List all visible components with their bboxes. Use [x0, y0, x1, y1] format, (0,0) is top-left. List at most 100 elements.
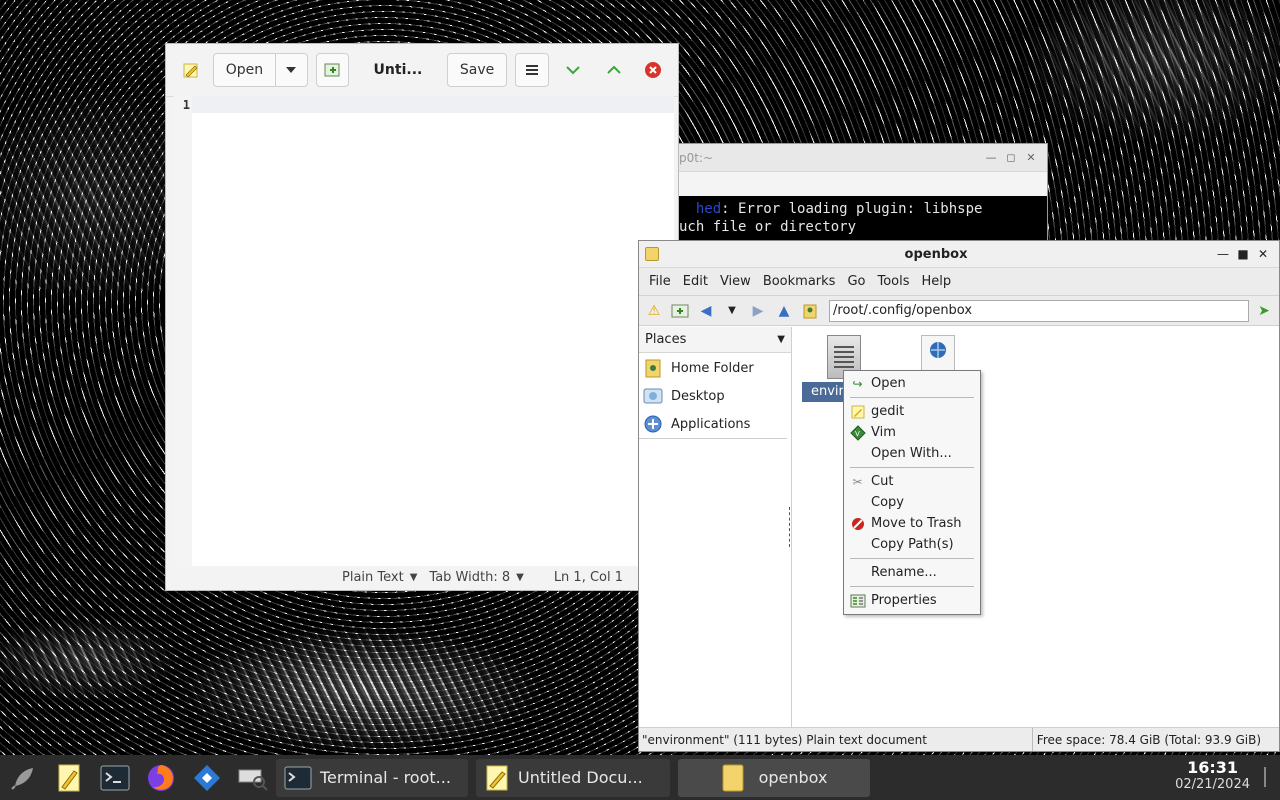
- places-title: Places: [645, 332, 687, 347]
- text-editor-icon: [176, 53, 205, 87]
- close-window-button[interactable]: [639, 53, 668, 87]
- back-arrow-icon[interactable]: ◀: [695, 300, 717, 322]
- menu-item-properties[interactable]: Properties: [844, 590, 980, 611]
- minimize-icon[interactable]: —: [981, 151, 1001, 164]
- maximize-icon[interactable]: ■: [1233, 247, 1253, 261]
- warning-icon[interactable]: ⚠: [643, 300, 665, 322]
- menu-item-open[interactable]: ↪ Open: [844, 373, 980, 394]
- terminal-launcher[interactable]: [92, 755, 138, 800]
- location-bar[interactable]: /root/.config/openbox: [829, 299, 1249, 322]
- tab-width-selector[interactable]: Tab Width: 8 ▼: [429, 570, 523, 585]
- menu-item-label: Open With...: [871, 446, 952, 461]
- applications-icon: [643, 414, 663, 434]
- sidebar-item-home-folder[interactable]: Home Folder: [639, 354, 791, 382]
- menu-file[interactable]: File: [643, 274, 677, 289]
- menu-item-label: gedit: [871, 404, 905, 419]
- text-editor-icon: [486, 765, 508, 790]
- places-sidebar: Places ▼ Home Folder Desktop Application…: [639, 327, 792, 729]
- chevron-down-icon: [566, 66, 580, 75]
- clock[interactable]: 16:31 02/21/2024: [1175, 758, 1250, 792]
- menu-item-copy-paths[interactable]: Copy Path(s): [844, 534, 980, 555]
- menu-help[interactable]: Help: [916, 274, 958, 289]
- sidebar-item-label: Desktop: [671, 388, 725, 404]
- close-icon[interactable]: ✕: [1021, 151, 1041, 164]
- new-tab-button[interactable]: [315, 53, 350, 87]
- sidebar-item-desktop[interactable]: Desktop: [639, 382, 791, 410]
- terminal-icon: [100, 765, 130, 790]
- menu-item-cut[interactable]: ✂ Cut: [844, 471, 980, 492]
- minimize-window-button[interactable]: [557, 53, 590, 87]
- file-label-selected[interactable]: enviro: [802, 382, 846, 402]
- editor-headerbar: Open Unti... Save: [166, 44, 678, 97]
- menu-item-gedit[interactable]: gedit: [844, 401, 980, 422]
- scissors-icon: ✂: [852, 474, 863, 489]
- open-dropdown-button[interactable]: [274, 53, 308, 87]
- open-button[interactable]: Open: [213, 53, 276, 87]
- text-editor-window[interactable]: Open Unti... Save 1 Plain Text ▼ Tab Wid…: [165, 43, 679, 591]
- new-document-icon: [324, 63, 340, 77]
- language-selector[interactable]: Plain Text ▼: [342, 570, 417, 585]
- vscode-icon: [194, 764, 220, 791]
- terminal-window[interactable]: p0t:~ — ◻ ✕ hed: Error loading plugin: l…: [672, 143, 1048, 253]
- cursor-position[interactable]: Ln 1, Col 1: [554, 570, 623, 585]
- search-icon: [238, 769, 268, 791]
- code-editor-launcher[interactable]: [184, 755, 230, 800]
- menu-view[interactable]: View: [714, 274, 757, 289]
- desktop-icon: [643, 386, 663, 406]
- chevron-down-icon[interactable]: ▼: [777, 334, 785, 345]
- pencil-icon: [58, 764, 80, 791]
- app-launcher-button[interactable]: [0, 755, 46, 800]
- taskbar: Terminal - root... Untitled Docu... open…: [0, 755, 1280, 800]
- terminal-titlebar[interactable]: p0t:~ — ◻ ✕: [673, 144, 1047, 172]
- menu-item-label: Cut: [871, 474, 894, 489]
- task-label: openbox: [758, 768, 828, 787]
- menu-item-rename[interactable]: Rename...: [844, 562, 980, 583]
- search-launcher[interactable]: [230, 755, 276, 800]
- minimize-icon[interactable]: —: [1213, 247, 1233, 261]
- places-header[interactable]: Places ▼: [639, 327, 791, 353]
- show-desktop-button[interactable]: [1264, 767, 1272, 787]
- editor-statusbar: Plain Text ▼ Tab Width: 8 ▼ Ln 1, Col 1: [166, 564, 678, 590]
- menu-go[interactable]: Go: [841, 274, 871, 289]
- menu-separator: [844, 464, 980, 471]
- history-dropdown-icon[interactable]: ▼: [721, 300, 743, 322]
- menu-button[interactable]: [515, 53, 549, 87]
- firefox-launcher[interactable]: [138, 755, 184, 800]
- taskbar-item-terminal[interactable]: Terminal - root...: [276, 758, 468, 797]
- home-folder-icon[interactable]: [799, 300, 821, 322]
- menu-item-open-with[interactable]: Open With...: [844, 443, 980, 464]
- terminal-prompt-fragment: hed: [679, 201, 722, 217]
- clock-time: 16:31: [1187, 758, 1238, 777]
- new-tab-icon[interactable]: [669, 300, 691, 322]
- folder-icon: [645, 247, 659, 261]
- sidebar-item-applications[interactable]: Applications: [639, 410, 791, 438]
- html-file-icon[interactable]: [921, 335, 955, 371]
- taskbar-item-text-editor[interactable]: Untitled Docu...: [476, 758, 670, 797]
- menu-bookmarks[interactable]: Bookmarks: [757, 274, 842, 289]
- firefox-icon: [148, 764, 174, 791]
- free-space-info: Free space: 78.4 GiB (Total: 93.9 GiB): [1036, 732, 1261, 747]
- text-editing-area[interactable]: 1: [174, 96, 674, 566]
- menu-tools[interactable]: Tools: [871, 274, 915, 289]
- close-icon[interactable]: ✕: [1253, 247, 1273, 261]
- forward-arrow-icon[interactable]: ▶: [747, 300, 769, 322]
- sidebar-item-label: Applications: [671, 416, 751, 432]
- maximize-icon[interactable]: ◻: [1001, 151, 1021, 164]
- menu-edit[interactable]: Edit: [677, 274, 714, 289]
- maximize-window-button[interactable]: [598, 53, 631, 87]
- terminal-menubar: [673, 172, 1047, 196]
- menu-item-copy[interactable]: Copy: [844, 492, 980, 513]
- save-button[interactable]: Save: [446, 53, 508, 87]
- menu-item-move-to-trash[interactable]: Move to Trash: [844, 513, 980, 534]
- up-arrow-icon[interactable]: ▲: [773, 300, 795, 322]
- text-editor-launcher[interactable]: [46, 755, 92, 800]
- file-manager-titlebar[interactable]: openbox — ■ ✕: [639, 241, 1279, 268]
- rocket-icon: [11, 767, 33, 790]
- pane-resize-handle[interactable]: [789, 507, 793, 547]
- taskbar-item-file-manager[interactable]: openbox: [678, 758, 870, 797]
- go-arrow-icon[interactable]: ➤: [1253, 300, 1275, 322]
- terminal-title: p0t:~: [679, 150, 714, 165]
- menu-item-vim[interactable]: V Vim: [844, 422, 980, 443]
- close-icon: [645, 62, 662, 78]
- gedit-icon: [844, 405, 871, 419]
